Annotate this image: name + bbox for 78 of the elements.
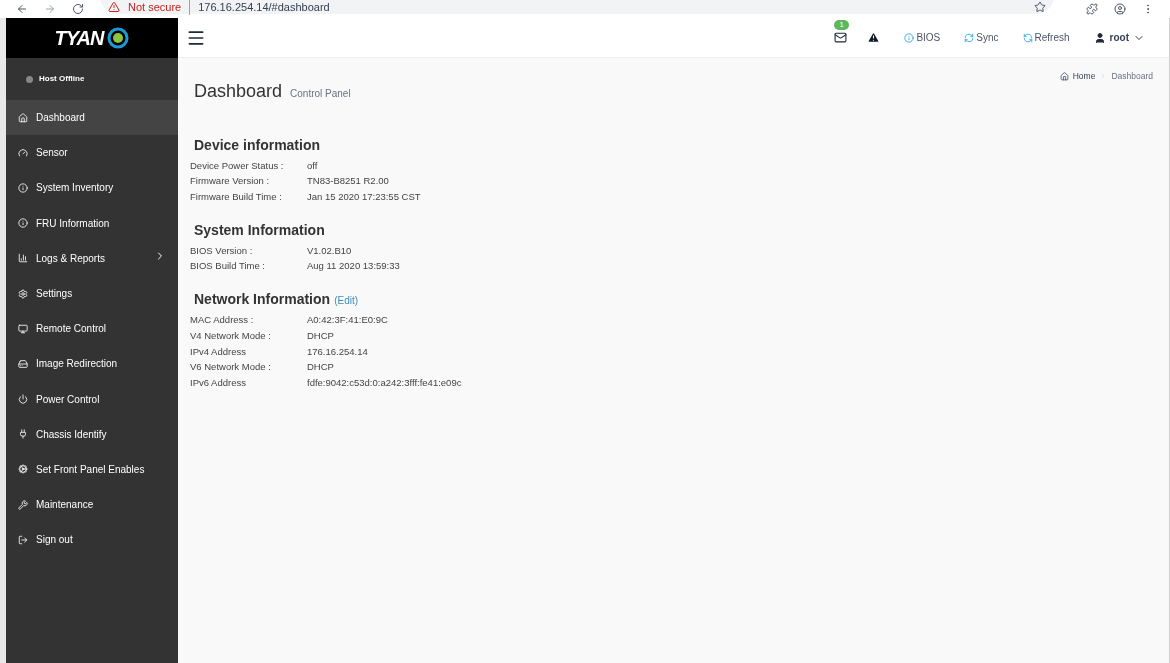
logo-ring-icon — [107, 27, 130, 49]
sidebar-item[interactable]: Power Control — [6, 381, 178, 417]
profile-icon[interactable] — [1114, 3, 1126, 15]
url-text: 176.16.254.14/#dashboard — [189, 0, 330, 16]
logo-text: TYAN — [54, 26, 104, 51]
field-label: Firmware Build Time : — [190, 190, 283, 205]
field-label: IPv6 Address — [190, 375, 247, 390]
page-title: Dashboard — [194, 80, 283, 103]
breadcrumb-item: Dashboard — [1111, 69, 1153, 83]
sidebar-item[interactable]: Logs & Reports — [6, 240, 178, 276]
bar-chart-icon — [18, 253, 28, 264]
sidebar-item[interactable]: System Inventory — [6, 170, 178, 206]
field-value: A0:42:3F:41:E0:9C — [307, 313, 388, 328]
info-icon — [18, 182, 28, 193]
sign-out-icon — [18, 534, 28, 545]
notification-badge: 1 — [834, 20, 849, 30]
drive-icon — [18, 358, 28, 369]
user-icon — [1093, 31, 1106, 44]
field-value: Aug 11 2020 13:59:33 — [307, 259, 400, 274]
page-subtitle: Control Panel — [290, 87, 351, 101]
field-label: IPv4 Address — [190, 344, 247, 359]
toolbar-button[interactable]: Sync — [964, 30, 999, 45]
field-value: Jan 15 2020 17:23:55 CST — [307, 190, 421, 205]
gear-icon — [18, 288, 28, 299]
sync-icon — [964, 32, 975, 43]
field-label: V6 Network Mode : — [190, 360, 272, 375]
field-label: BIOS Build Time : — [190, 259, 266, 274]
mail-button[interactable] — [834, 31, 848, 44]
plug-icon — [18, 429, 28, 440]
sidebar-item[interactable]: Sensor — [6, 135, 178, 171]
toolbar-button[interactable]: BIOS — [904, 30, 941, 45]
field-value: TN83-B8251 R2.00 — [307, 174, 389, 189]
home-icon — [18, 112, 28, 123]
mail-icon — [834, 31, 848, 44]
user-menu[interactable]: root — [1093, 30, 1145, 45]
field-value: V1.02.B10 — [307, 243, 352, 258]
puzzle-icon[interactable] — [1086, 3, 1098, 15]
alert-icon[interactable] — [867, 31, 881, 44]
sidebar-item[interactable]: Maintenance — [6, 487, 178, 523]
field-label: BIOS Version : — [190, 243, 254, 258]
back-icon[interactable] — [16, 3, 28, 15]
field-value: 176.16.254.14 — [307, 344, 368, 359]
sidebar-item[interactable]: Image Redirection — [6, 346, 178, 382]
field-value: fdfe:9042:c53d:0:a242:3fff:fe41:e09c — [307, 375, 462, 390]
warning-icon — [108, 1, 120, 13]
power-icon — [18, 394, 28, 405]
section-title: Device information — [194, 136, 321, 155]
wrench-icon — [18, 499, 28, 510]
section-title: Network Information — [194, 290, 331, 310]
sidebar-item[interactable]: Remote Control — [6, 311, 178, 347]
sidebar-item[interactable]: Dashboard — [6, 100, 178, 136]
gauge-icon — [18, 147, 28, 158]
toolbar-button[interactable]: Refresh — [1022, 30, 1070, 45]
sidebar-item[interactable]: Set Front Panel Enables — [6, 451, 178, 488]
info-icon — [18, 218, 28, 229]
sidebar-item[interactable]: FRU Information — [6, 205, 178, 241]
field-label: Firmware Version : — [190, 174, 271, 189]
field-label: MAC Address : — [190, 313, 255, 328]
sidebar-item[interactable]: Settings — [6, 275, 178, 312]
info-icon — [904, 32, 915, 43]
home-icon — [1059, 71, 1069, 81]
field-value: off — [307, 158, 318, 173]
field-value: DHCP — [307, 360, 334, 375]
monitor-icon — [18, 323, 28, 334]
section-title: System Information — [194, 221, 325, 241]
breadcrumb-item[interactable]: Home — [1072, 69, 1096, 83]
address-bar[interactable]: Not secure 176.16.254.14/#dashboard — [100, 0, 1054, 14]
star-icon[interactable] — [1034, 1, 1046, 13]
sidebar-item[interactable]: Sign out — [6, 522, 178, 558]
field-value: DHCP — [307, 328, 334, 343]
field-label: V4 Network Mode : — [190, 328, 272, 343]
field-label: Device Power Status : — [190, 158, 285, 173]
host-status: Host Offline — [39, 73, 85, 85]
security-label: Not secure — [128, 0, 182, 15]
reload-icon[interactable] — [72, 3, 84, 15]
refresh-icon — [1022, 32, 1033, 43]
sidebar-item[interactable]: Chassis Identify — [6, 416, 178, 452]
edit-link[interactable]: (Edit) — [334, 293, 359, 309]
